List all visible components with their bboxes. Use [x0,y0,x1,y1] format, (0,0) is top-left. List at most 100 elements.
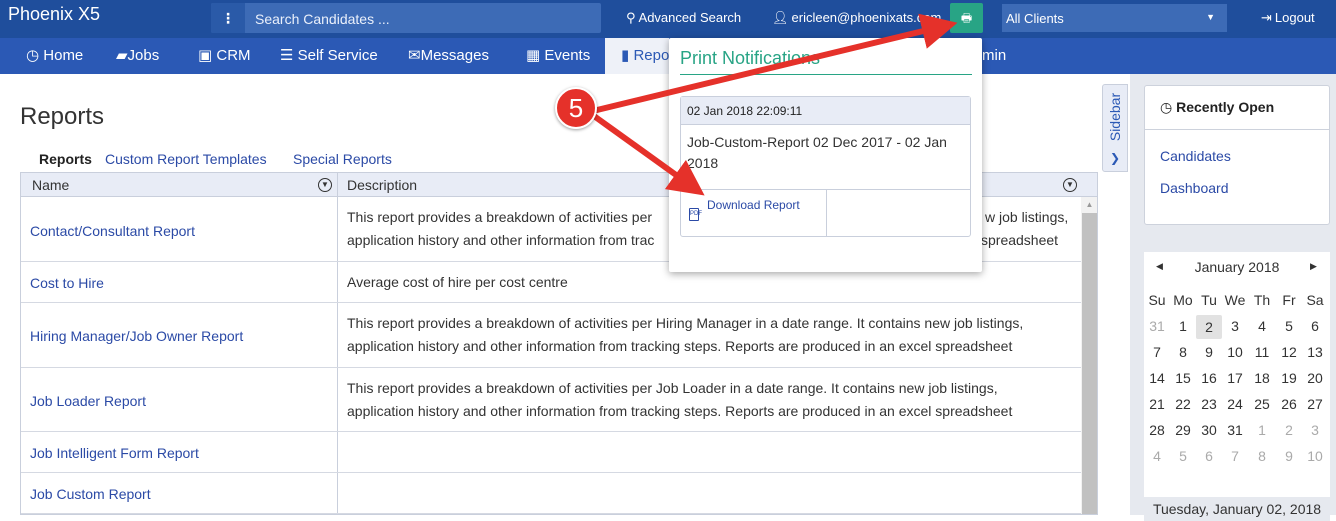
calendar-weekday: We [1224,292,1246,308]
calendar-day[interactable]: 1 [1170,318,1196,334]
app-title[interactable]: Phoenix X5 [8,4,100,25]
report-name-link[interactable]: Hiring Manager/Job Owner Report [30,328,243,344]
calendar-day[interactable]: 2 [1276,422,1302,438]
calendar-day[interactable]: 4 [1249,318,1275,334]
recently-open-panel: ◷ Recently Open Candidates Dashboard [1144,85,1330,225]
search-menu-icon[interactable]: ⋮ [211,3,245,33]
report-name-link[interactable]: Job Intelligent Form Report [30,445,199,461]
calendar-day[interactable]: 8 [1170,344,1196,360]
subtab-custom-report-templates[interactable]: Custom Report Templates [105,151,267,167]
recent-item-dashboard[interactable]: Dashboard [1160,180,1229,196]
logout-icon: ⇥ [1261,10,1272,25]
search-box[interactable]: ⋮ Search Candidates ... [211,3,601,33]
calendar-day[interactable]: 15 [1170,370,1196,386]
calendar-day[interactable]: 31 [1222,422,1248,438]
recent-item-candidates[interactable]: Candidates [1160,148,1231,164]
calendar-day[interactable]: 16 [1196,370,1222,386]
calendar-day[interactable]: 22 [1170,396,1196,412]
nav-messages[interactable]: ✉Messages [408,38,489,74]
nav-crm[interactable]: ▣ CRM [198,38,251,74]
page-title: Reports [20,103,105,130]
calendar-day[interactable]: 7 [1144,344,1170,360]
client-select[interactable]: All Clients ▼ [1002,4,1227,32]
calendar-day[interactable]: 12 [1276,344,1302,360]
calendar-day[interactable]: 9 [1276,448,1302,464]
calendar-day[interactable]: 26 [1276,396,1302,412]
nav-reports[interactable]: ▮ Repo [605,38,669,74]
calendar-day[interactable]: 1 [1249,422,1275,438]
calendar-day[interactable]: 21 [1144,396,1170,412]
calendar-day[interactable]: 30 [1196,422,1222,438]
calendar-day[interactable]: 20 [1302,370,1328,386]
calendar-weekday: Sa [1306,292,1324,308]
calendar-day[interactable]: 31 [1144,318,1170,334]
table-row[interactable]: Job Custom Report [21,473,1081,514]
calendar-day[interactable]: 19 [1276,370,1302,386]
pdf-file-icon[interactable]: PDF [689,208,702,221]
nav-events[interactable]: ▦ Events [526,38,590,74]
search-icon: ⚲ [626,10,636,25]
nav-self-service[interactable]: ☰ Self Service [280,38,378,74]
calendar-day[interactable]: 18 [1249,370,1275,386]
calendar-day[interactable]: 6 [1196,448,1222,464]
print-notifications-button[interactable]: 🖶︎ [950,3,983,33]
calendar-day[interactable]: 25 [1249,396,1275,412]
nav-admin[interactable]: min [982,38,1006,74]
calendar-today[interactable]: Tuesday, January 02, 2018 [1144,497,1330,521]
column-header-name[interactable]: Name [32,177,69,193]
calendar: ◀ January 2018 ▶ Su Mo Tu We Th Fr Sa 31 1 2 3 4 5 6 7… [1144,252,1330,521]
calendar-day[interactable]: 14 [1144,370,1170,386]
calendar-weekday: Tu [1201,292,1217,308]
report-name-link[interactable]: Job Custom Report [30,486,151,502]
filter-icon[interactable]: ▼ [318,178,332,192]
calendar-day[interactable]: 2 [1196,315,1222,339]
calendar-day[interactable]: 28 [1144,422,1170,438]
report-name-link[interactable]: Contact/Consultant Report [30,223,195,239]
calendar-day[interactable]: 6 [1302,318,1328,334]
subtab-special-reports[interactable]: Special Reports [293,151,392,167]
calendar-month[interactable]: January 2018 [1144,259,1330,275]
download-report-link[interactable]: Download Report [707,198,800,212]
advanced-search-link[interactable]: ⚲ Advanced Search [626,10,741,26]
calendar-day[interactable]: 11 [1249,344,1275,360]
calendar-day[interactable]: 7 [1222,448,1248,464]
calendar-day[interactable]: 23 [1196,396,1222,412]
scroll-thumb[interactable] [1082,213,1097,514]
calendar-day[interactable]: 29 [1170,422,1196,438]
filter-icon[interactable]: ▼ [1063,178,1077,192]
user-menu[interactable]: 👤︎ ericleen@phoenixats.com [772,10,941,26]
grid-scrollbar[interactable]: ▲ [1081,197,1097,514]
column-header-description[interactable]: Description [347,177,417,193]
calendar-day[interactable]: 27 [1302,396,1328,412]
calendar-day[interactable]: 10 [1302,448,1328,464]
calendar-day[interactable]: 5 [1276,318,1302,334]
sidebar-toggle[interactable]: Sidebar ❯ [1102,84,1128,172]
scroll-up-icon[interactable]: ▲ [1081,197,1097,213]
nav-home[interactable]: ◷ Home [26,38,83,74]
table-row[interactable]: Job Intelligent Form Report [21,432,1081,473]
recently-open-header: ◷ Recently Open [1145,86,1329,130]
calendar-day[interactable]: 3 [1222,318,1248,334]
logout-link[interactable]: ⇥ Logout [1261,10,1315,26]
calendar-day[interactable]: 3 [1302,422,1328,438]
calendar-day[interactable]: 4 [1144,448,1170,464]
main-nav: ◷ Home ▰Jobs ▣ CRM ☰ Self Service ✉Messa… [0,38,1336,74]
calendar-day[interactable]: 10 [1222,344,1248,360]
calendar-day[interactable]: 5 [1170,448,1196,464]
calendar-weekday: Th [1253,292,1271,308]
calendar-day[interactable]: 9 [1196,344,1222,360]
calendar-day[interactable]: 8 [1249,448,1275,464]
report-name-link[interactable]: Cost to Hire [30,275,104,291]
calendar-weekday: Fr [1282,292,1296,308]
calendar-day[interactable]: 13 [1302,344,1328,360]
search-input[interactable]: Search Candidates ... [255,11,390,27]
table-row[interactable]: Job Loader Report This report provides a… [21,368,1081,432]
table-row[interactable]: Hiring Manager/Job Owner Report This rep… [21,303,1081,368]
nav-jobs[interactable]: ▰Jobs [116,38,159,74]
subtab-reports[interactable]: Reports [39,151,92,167]
calendar-day[interactable]: 17 [1222,370,1248,386]
report-name-link[interactable]: Job Loader Report [30,393,146,409]
calendar-weekday: Mo [1173,292,1193,308]
calendar-day[interactable]: 24 [1222,396,1248,412]
calendar-next-icon[interactable]: ▶ [1310,261,1317,272]
